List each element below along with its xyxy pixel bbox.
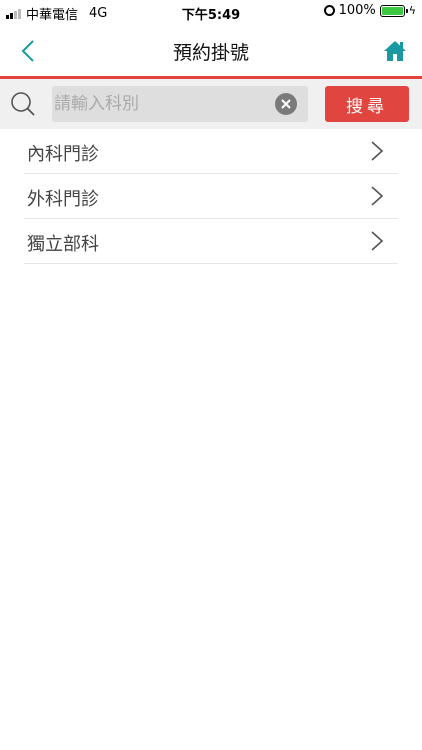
chevron-right-icon bbox=[371, 186, 384, 206]
search-field-container bbox=[52, 86, 308, 122]
status-bar: 中華電信 4G 下午5:49 100% ϟ bbox=[0, 0, 422, 24]
close-icon bbox=[281, 99, 291, 109]
clear-search-button[interactable] bbox=[275, 93, 297, 115]
list-item-label: 內科門診 bbox=[27, 144, 99, 165]
search-bar: 搜尋 bbox=[0, 79, 422, 129]
department-list: 內科門診 外科門診 獨立部科 bbox=[24, 129, 398, 264]
search-input[interactable] bbox=[52, 86, 272, 122]
alarm-icon bbox=[323, 5, 335, 16]
list-item-surgery[interactable]: 外科門診 bbox=[24, 174, 398, 219]
search-button[interactable]: 搜尋 bbox=[325, 86, 409, 122]
list-item-internal-medicine[interactable]: 內科門診 bbox=[24, 129, 398, 174]
charging-icon: ϟ bbox=[408, 4, 416, 17]
list-item-label: 獨立部科 bbox=[27, 234, 99, 255]
list-item-independent-departments[interactable]: 獨立部科 bbox=[24, 219, 398, 264]
chevron-right-icon bbox=[371, 231, 384, 251]
chevron-right-icon bbox=[371, 141, 384, 161]
search-icon bbox=[11, 92, 35, 116]
battery-percent: 100% bbox=[338, 3, 376, 18]
list-item-label: 外科門診 bbox=[27, 189, 99, 210]
home-button[interactable] bbox=[380, 34, 410, 68]
navigation-bar: 預約掛號 bbox=[0, 24, 422, 76]
page-title: 預約掛號 bbox=[172, 42, 249, 64]
battery-icon bbox=[379, 4, 408, 17]
status-right: 100% ϟ bbox=[323, 3, 416, 18]
home-icon bbox=[384, 41, 406, 61]
